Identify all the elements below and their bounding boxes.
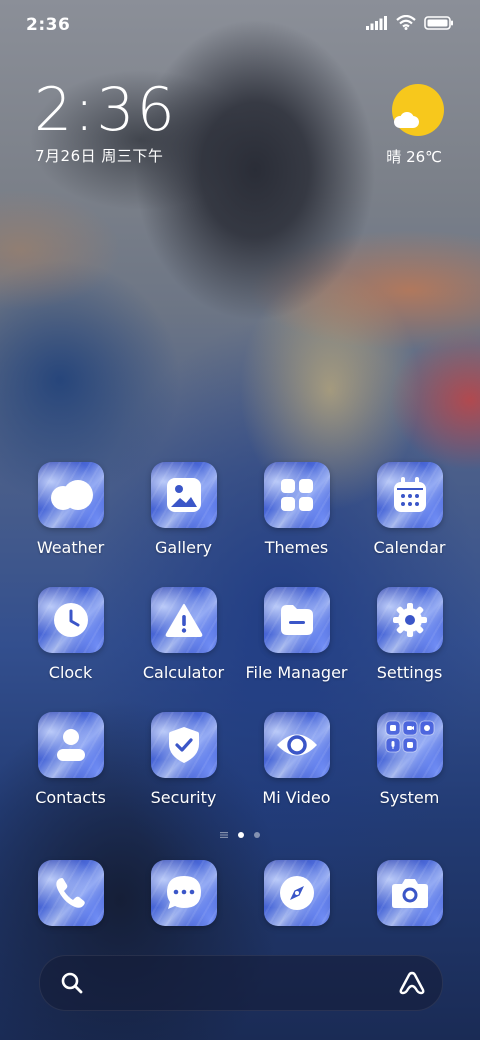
app-label: Weather bbox=[36, 538, 105, 557]
app-clock[interactable]: Clock bbox=[14, 587, 127, 682]
eye-icon bbox=[276, 734, 317, 756]
gallery-icon bbox=[166, 478, 201, 512]
dock-camera[interactable] bbox=[353, 860, 466, 926]
dock-phone[interactable] bbox=[14, 860, 127, 926]
app-themes[interactable]: Themes bbox=[240, 462, 353, 557]
app-label: System bbox=[379, 788, 440, 807]
app-security[interactable]: Security bbox=[127, 712, 240, 807]
wifi-icon bbox=[396, 15, 416, 30]
cloud-icon bbox=[394, 112, 419, 128]
folder-icon bbox=[280, 605, 313, 635]
calendar-icon bbox=[393, 477, 426, 512]
shield-icon bbox=[168, 727, 199, 763]
weather-icon bbox=[50, 480, 93, 510]
app-label: Settings bbox=[376, 663, 443, 682]
app-weather[interactable]: Weather bbox=[14, 462, 127, 557]
app-label: Clock bbox=[48, 663, 93, 682]
app-label: Gallery bbox=[155, 538, 212, 557]
status-bar: 2:36 bbox=[0, 0, 480, 50]
app-label: Calculator bbox=[142, 663, 225, 682]
dock-messages[interactable] bbox=[127, 860, 240, 926]
battery-icon bbox=[424, 15, 453, 30]
folder-preview-icon bbox=[385, 720, 434, 753]
themes-icon bbox=[280, 479, 313, 511]
contact-icon bbox=[56, 729, 85, 761]
messages-icon bbox=[166, 876, 201, 909]
search-bar[interactable] bbox=[39, 955, 443, 1011]
status-icons bbox=[366, 15, 454, 30]
weather-widget-text: 晴 26℃ bbox=[386, 148, 442, 166]
app-calendar[interactable]: Calendar bbox=[353, 462, 466, 557]
phone-icon bbox=[55, 878, 85, 908]
assistant-icon[interactable] bbox=[398, 970, 426, 996]
clock-icon bbox=[53, 603, 88, 637]
app-settings[interactable]: Settings bbox=[353, 587, 466, 682]
app-label: Themes bbox=[264, 538, 329, 557]
clock-widget-time[interactable]: 2:36 bbox=[34, 78, 177, 142]
app-contacts[interactable]: Contacts bbox=[14, 712, 127, 807]
status-time: 2:36 bbox=[26, 15, 71, 35]
app-label: Mi Video bbox=[262, 788, 331, 807]
app-label: Calendar bbox=[373, 538, 446, 557]
app-label: File Manager bbox=[245, 663, 348, 682]
app-label: Contacts bbox=[35, 788, 106, 807]
page-dot[interactable] bbox=[254, 832, 260, 838]
dock-browser[interactable] bbox=[240, 860, 353, 926]
gear-icon bbox=[392, 603, 427, 637]
camera-icon bbox=[391, 879, 428, 908]
folder-system[interactable]: System bbox=[353, 712, 466, 807]
page-dot-active[interactable] bbox=[238, 832, 244, 838]
compass-icon bbox=[279, 876, 314, 910]
app-file-manager[interactable]: File Manager bbox=[240, 587, 353, 682]
app-label: Security bbox=[150, 788, 217, 807]
clock-widget-date: 7月26日 周三下午 bbox=[35, 147, 164, 165]
signal-icon bbox=[366, 15, 387, 30]
app-gallery[interactable]: Gallery bbox=[127, 462, 240, 557]
app-calculator[interactable]: Calculator bbox=[127, 587, 240, 682]
page-indicator[interactable] bbox=[0, 828, 480, 842]
app-mi-video[interactable]: Mi Video bbox=[240, 712, 353, 807]
sun-icon[interactable] bbox=[392, 84, 444, 136]
warning-icon bbox=[165, 604, 202, 637]
menu-icon bbox=[220, 832, 228, 838]
search-icon[interactable] bbox=[61, 972, 83, 994]
